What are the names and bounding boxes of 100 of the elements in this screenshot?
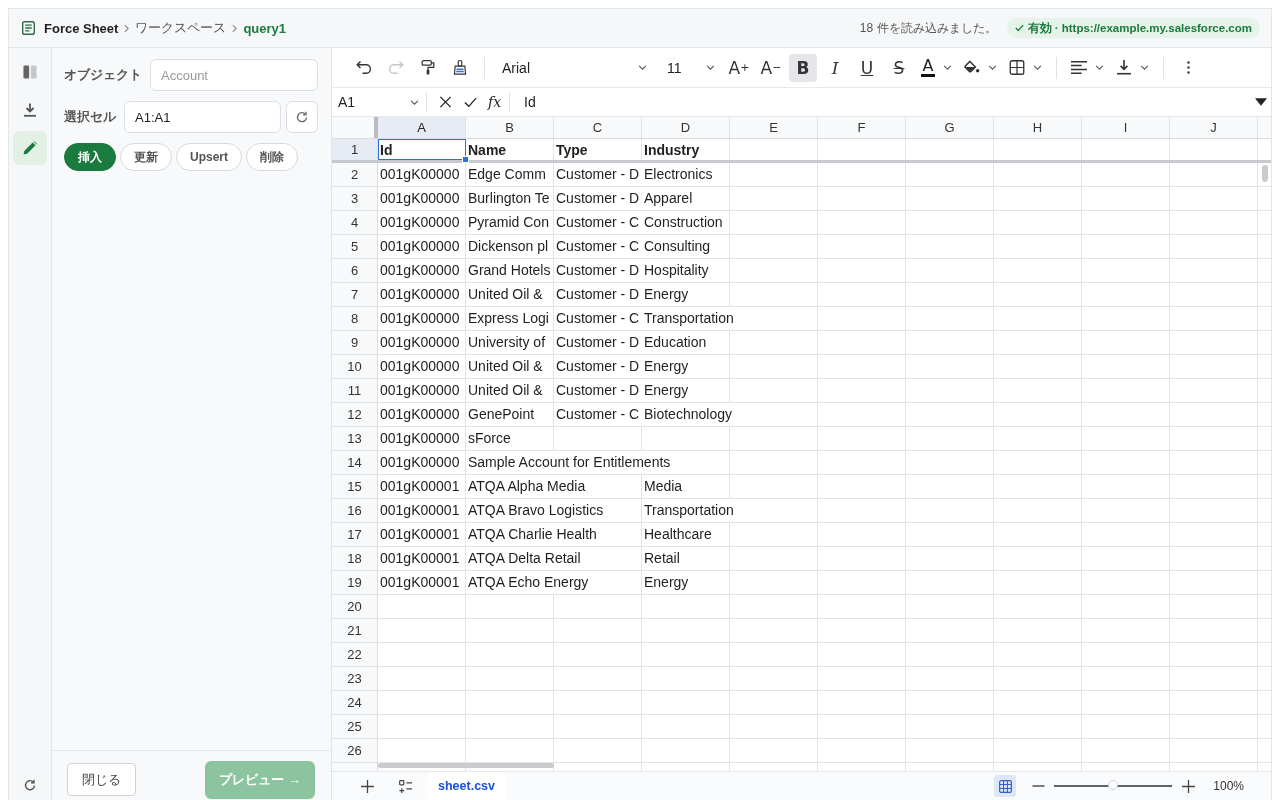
operation-button[interactable]: 更新 xyxy=(120,143,172,171)
formula-separator xyxy=(426,93,427,111)
cell-text: Biotechnology xyxy=(642,403,735,426)
font-size-step-button[interactable]: A$^{−}$ xyxy=(757,53,785,82)
column-header[interactable]: H xyxy=(994,117,1082,138)
refresh-icon xyxy=(24,779,36,791)
grid-border-icon xyxy=(1009,60,1025,75)
check-icon xyxy=(1014,24,1024,32)
caret-down-icon[interactable] xyxy=(1255,98,1267,106)
chevron-down-icon xyxy=(988,65,997,70)
close-button[interactable]: 閉じる xyxy=(67,763,136,796)
sheet-tab[interactable]: sheet.csv xyxy=(428,772,505,800)
name-box[interactable]: A1 xyxy=(332,89,426,115)
vertical-scrollbar-thumb[interactable] xyxy=(1262,165,1268,182)
breadcrumb-item[interactable]: ワークスペース xyxy=(135,19,227,37)
field-label: 選択セル xyxy=(64,108,116,126)
refresh-icon xyxy=(296,111,308,123)
field-label: オブジェクト xyxy=(64,66,142,84)
formula-input[interactable]: Id xyxy=(510,90,1255,114)
chevron-down-icon xyxy=(943,65,952,70)
function-symbol[interactable]: fx xyxy=(488,94,502,110)
chevron-right-icon xyxy=(124,23,130,33)
chevron-down-icon xyxy=(410,99,419,105)
text-color-button[interactable]: A xyxy=(917,53,956,82)
font-size-dropdown[interactable]: 11 xyxy=(657,53,721,82)
align-bottom-icon xyxy=(1116,60,1132,75)
text-style-button[interactable]: I xyxy=(821,53,849,82)
chevron-right-icon xyxy=(232,23,238,33)
column-header[interactable]: G xyxy=(906,117,994,138)
redo-icon xyxy=(388,60,404,75)
cell-text: Customer - D xyxy=(554,259,643,282)
breadcrumb-item[interactable]: query1 xyxy=(243,20,287,36)
panel-icon xyxy=(23,65,37,79)
column-header[interactable]: E xyxy=(730,117,818,138)
text-style-button[interactable]: B xyxy=(789,53,817,82)
close-icon xyxy=(438,96,452,108)
object-input[interactable]: Account xyxy=(150,59,318,91)
column-header[interactable]: F xyxy=(818,117,906,138)
toolbar-separator xyxy=(484,56,485,79)
cell-text: Id xyxy=(379,141,394,160)
grid-icon xyxy=(998,779,1012,793)
cell-text: Customer - D xyxy=(554,187,643,210)
text-style-button[interactable]: S xyxy=(885,53,913,82)
freeze-handle[interactable] xyxy=(374,117,378,138)
brush-icon xyxy=(452,60,468,75)
toolbar-separator xyxy=(1056,56,1057,79)
status-message: 18 件を読み込みました。 xyxy=(859,19,997,37)
plus-icon xyxy=(1181,779,1195,793)
download-icon xyxy=(23,103,37,117)
document-icon xyxy=(22,21,35,35)
column-header[interactable]: C xyxy=(554,117,642,138)
horizontal-scrollbar-thumb[interactable] xyxy=(378,763,554,768)
chevron-down-icon xyxy=(1033,65,1042,70)
zoom-level: 100% xyxy=(1213,779,1244,793)
app-title: Force Sheet xyxy=(44,20,119,36)
formula-separator xyxy=(509,93,511,111)
chevron-down-icon xyxy=(638,65,647,70)
grid-view-button[interactable] xyxy=(994,775,1017,797)
sheet-list-icon xyxy=(398,779,412,793)
cell-text: Customer - D xyxy=(554,163,643,186)
chevron-down-icon xyxy=(1140,65,1149,70)
fill-handle[interactable] xyxy=(462,156,469,163)
paint-roller-icon xyxy=(420,60,436,75)
row-header[interactable]: 1 xyxy=(332,139,378,160)
column-header[interactable]: I xyxy=(1082,117,1170,138)
align-left-icon xyxy=(1071,60,1087,75)
check-icon xyxy=(463,96,477,108)
operation-button[interactable]: 削除 xyxy=(246,143,298,171)
column-header[interactable]: B xyxy=(466,117,554,138)
paint-bucket-icon xyxy=(964,60,980,75)
toolbar-separator xyxy=(1163,56,1164,79)
cell-text: Customer - C xyxy=(554,403,643,426)
operation-button[interactable]: Upsert xyxy=(176,143,242,171)
selected-cell[interactable]: Id xyxy=(378,139,466,160)
plus-icon xyxy=(360,779,374,793)
undo-icon xyxy=(356,60,372,75)
chevron-down-icon xyxy=(1095,65,1104,70)
edit-button[interactable] xyxy=(13,131,47,165)
column-header[interactable]: A xyxy=(378,117,466,138)
more-icon xyxy=(1186,61,1190,74)
font-dropdown[interactable]: Arial xyxy=(495,53,653,82)
cell-text: Customer - D xyxy=(554,283,643,306)
cell-text: Customer - D xyxy=(554,379,643,402)
chevron-down-icon xyxy=(706,65,715,70)
cell-text: Customer - D xyxy=(554,355,643,378)
column-header[interactable]: J xyxy=(1170,117,1258,138)
cell-text: Customer - D xyxy=(554,331,643,354)
cell-text: ATQA Alpha Media xyxy=(466,475,589,498)
text-style-button[interactable]: U xyxy=(853,53,881,82)
column-header[interactable]: D xyxy=(642,117,730,138)
operation-button[interactable]: 挿入 xyxy=(64,143,116,171)
color-swatch-icon xyxy=(921,74,935,77)
refresh-button[interactable] xyxy=(286,101,318,133)
connection-label: 有効 · https://example.my.salesforce.com xyxy=(1027,20,1252,36)
cell-text: Customer - C xyxy=(554,211,643,234)
cell-text: Customer - C xyxy=(554,307,643,330)
cell-text: Customer - C xyxy=(554,235,643,258)
font-size-step-button[interactable]: A$^{+}$ xyxy=(725,53,753,82)
selection-input[interactable]: A1:A1 xyxy=(124,101,281,133)
slider-thumb[interactable] xyxy=(1108,780,1119,790)
